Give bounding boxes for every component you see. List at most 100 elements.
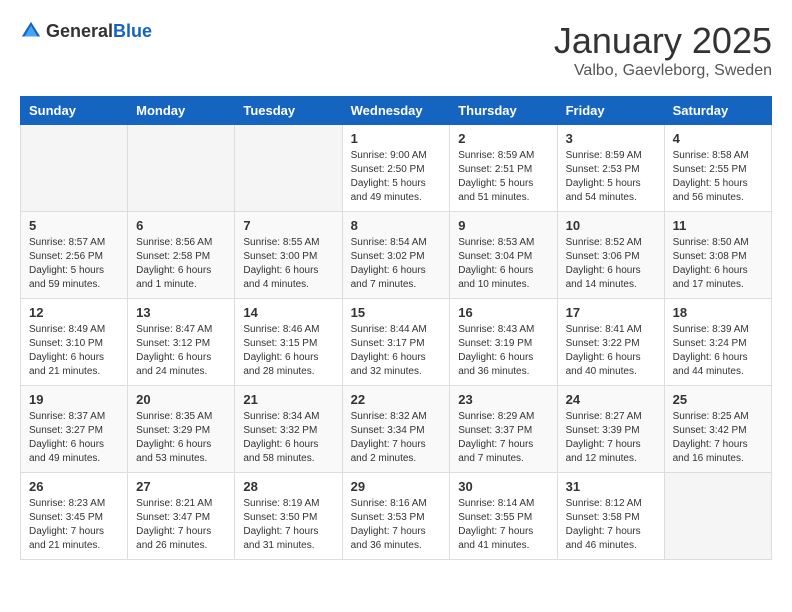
day-number: 9: [458, 218, 548, 233]
day-info: Sunrise: 8:58 AM Sunset: 2:55 PM Dayligh…: [673, 149, 763, 205]
table-row: 18Sunrise: 8:39 AM Sunset: 3:24 PM Dayli…: [664, 299, 771, 386]
day-number: 24: [566, 392, 656, 407]
day-info: Sunrise: 8:35 AM Sunset: 3:29 PM Dayligh…: [136, 410, 226, 466]
header-saturday: Saturday: [664, 97, 771, 125]
table-row: 15 Sunrise: 8:44 AM Sunset: 3:17 PM Dayli…: [342, 299, 450, 386]
day-number: 15: [351, 305, 442, 320]
day-number: 31: [566, 479, 656, 494]
day-info: Sunrise: 8:52 AM Sunset: 3:06 PM Dayligh…: [566, 236, 656, 292]
day-number: 1: [351, 131, 442, 146]
table-row: 19 Sunrise: 8:37 AM Sunset: 3:27 PM Dayli…: [21, 386, 128, 473]
calendar-header-row: Sunday Monday Tuesday Wednesday Thursday…: [21, 97, 772, 125]
header-monday: Monday: [128, 97, 235, 125]
table-row: 1 Sunrise: 9:00 AM Sunset: 2:50 PM Daylig…: [342, 125, 450, 212]
day-info: Sunrise: 8:59 AM Sunset: 2:51 PM Dayligh…: [458, 149, 548, 205]
day-info: Sunrise: 8:21 AM Sunset: 3:47 PM Dayligh…: [136, 497, 226, 553]
table-row: 9 Sunrise: 8:53 AM Sunset: 3:04 PM Daylig…: [450, 212, 557, 299]
calendar-week-row: 12 Sunrise: 8:49 AM Sunset: 3:10 PM Dayli…: [21, 299, 772, 386]
table-row: 11Sunrise: 8:50 AM Sunset: 3:08 PM Dayli…: [664, 212, 771, 299]
day-number: 8: [351, 218, 442, 233]
header-thursday: Thursday: [450, 97, 557, 125]
header-friday: Friday: [557, 97, 664, 125]
day-number: 12: [29, 305, 119, 320]
calendar-week-row: 1 Sunrise: 9:00 AM Sunset: 2:50 PM Daylig…: [21, 125, 772, 212]
day-info: Sunrise: 8:50 AM Sunset: 3:08 PM Dayligh…: [673, 236, 763, 292]
header-sunday: Sunday: [21, 97, 128, 125]
table-row: 6 Sunrise: 8:56 AM Sunset: 2:58 PM Daylig…: [128, 212, 235, 299]
logo-icon: [20, 20, 42, 42]
page-header: GeneralBlue January 2025 Valbo, Gaevlebo…: [20, 20, 772, 80]
day-info: Sunrise: 8:49 AM Sunset: 3:10 PM Dayligh…: [29, 323, 119, 379]
day-info: Sunrise: 8:54 AM Sunset: 3:02 PM Dayligh…: [351, 236, 442, 292]
day-info: Sunrise: 8:29 AM Sunset: 3:37 PM Dayligh…: [458, 410, 548, 466]
table-row: 2 Sunrise: 8:59 AM Sunset: 2:51 PM Daylig…: [450, 125, 557, 212]
day-number: 20: [136, 392, 226, 407]
day-number: 3: [566, 131, 656, 146]
day-info: Sunrise: 8:43 AM Sunset: 3:19 PM Dayligh…: [458, 323, 548, 379]
day-number: 7: [243, 218, 333, 233]
day-info: Sunrise: 8:47 AM Sunset: 3:12 PM Dayligh…: [136, 323, 226, 379]
table-row: 22 Sunrise: 8:32 AM Sunset: 3:34 PM Dayli…: [342, 386, 450, 473]
table-row: 21Sunrise: 8:34 AM Sunset: 3:32 PM Dayli…: [235, 386, 342, 473]
day-info: Sunrise: 8:56 AM Sunset: 2:58 PM Dayligh…: [136, 236, 226, 292]
day-number: 6: [136, 218, 226, 233]
day-info: Sunrise: 8:37 AM Sunset: 3:27 PM Dayligh…: [29, 410, 119, 466]
day-number: 16: [458, 305, 548, 320]
day-info: Sunrise: 8:41 AM Sunset: 3:22 PM Dayligh…: [566, 323, 656, 379]
table-row: 10 Sunrise: 8:52 AM Sunset: 3:06 PM Dayli…: [557, 212, 664, 299]
day-number: 25: [673, 392, 763, 407]
day-number: 29: [351, 479, 442, 494]
table-row: 7 Sunrise: 8:55 AM Sunset: 3:00 PM Daylig…: [235, 212, 342, 299]
month-title: January 2025: [554, 20, 772, 62]
day-number: 13: [136, 305, 226, 320]
day-number: 5: [29, 218, 119, 233]
day-info: Sunrise: 8:59 AM Sunset: 2:53 PM Dayligh…: [566, 149, 656, 205]
day-number: 4: [673, 131, 763, 146]
day-info: Sunrise: 8:34 AM Sunset: 3:32 PM Dayligh…: [243, 410, 333, 466]
day-info: Sunrise: 8:23 AM Sunset: 3:45 PM Dayligh…: [29, 497, 119, 553]
day-number: 30: [458, 479, 548, 494]
day-info: Sunrise: 8:32 AM Sunset: 3:34 PM Dayligh…: [351, 410, 442, 466]
header-wednesday: Wednesday: [342, 97, 450, 125]
day-number: 27: [136, 479, 226, 494]
calendar-table: Sunday Monday Tuesday Wednesday Thursday…: [20, 96, 772, 560]
table-row: 12 Sunrise: 8:49 AM Sunset: 3:10 PM Dayli…: [21, 299, 128, 386]
day-number: 10: [566, 218, 656, 233]
table-row: 14 Sunrise: 8:46 AM Sunset: 3:15 PM Dayli…: [235, 299, 342, 386]
day-number: 23: [458, 392, 548, 407]
day-info: Sunrise: 8:46 AM Sunset: 3:15 PM Dayligh…: [243, 323, 333, 379]
table-row: 30Sunrise: 8:14 AM Sunset: 3:55 PM Dayli…: [450, 473, 557, 560]
table-row: 31 Sunrise: 8:12 AM Sunset: 3:58 PM Dayli…: [557, 473, 664, 560]
table-row: 20 Sunrise: 8:35 AM Sunset: 3:29 PM Dayli…: [128, 386, 235, 473]
day-number: 26: [29, 479, 119, 494]
table-row: [235, 125, 342, 212]
table-row: 16 Sunrise: 8:43 AM Sunset: 3:19 PM Dayli…: [450, 299, 557, 386]
logo-blue: Blue: [113, 21, 152, 41]
table-row: [128, 125, 235, 212]
day-info: Sunrise: 8:44 AM Sunset: 3:17 PM Dayligh…: [351, 323, 442, 379]
day-info: Sunrise: 8:57 AM Sunset: 2:56 PM Dayligh…: [29, 236, 119, 292]
calendar-week-row: 5 Sunrise: 8:57 AM Sunset: 2:56 PM Daylig…: [21, 212, 772, 299]
day-info: Sunrise: 8:27 AM Sunset: 3:39 PM Dayligh…: [566, 410, 656, 466]
day-info: Sunrise: 8:12 AM Sunset: 3:58 PM Dayligh…: [566, 497, 656, 553]
day-number: 22: [351, 392, 442, 407]
title-section: January 2025 Valbo, Gaevleborg, Sweden: [554, 20, 772, 80]
day-number: 18: [673, 305, 763, 320]
table-row: 27 Sunrise: 8:21 AM Sunset: 3:47 PM Dayli…: [128, 473, 235, 560]
logo: GeneralBlue: [20, 20, 152, 42]
calendar-week-row: 26 Sunrise: 8:23 AM Sunset: 3:45 PM Dayli…: [21, 473, 772, 560]
day-info: Sunrise: 8:53 AM Sunset: 3:04 PM Dayligh…: [458, 236, 548, 292]
table-row: [664, 473, 771, 560]
table-row: 28Sunrise: 8:19 AM Sunset: 3:50 PM Dayli…: [235, 473, 342, 560]
logo-general: General: [46, 21, 113, 41]
table-row: 26 Sunrise: 8:23 AM Sunset: 3:45 PM Dayli…: [21, 473, 128, 560]
day-number: 14: [243, 305, 333, 320]
day-info: Sunrise: 9:00 AM Sunset: 2:50 PM Dayligh…: [351, 149, 442, 205]
day-number: 2: [458, 131, 548, 146]
day-info: Sunrise: 8:55 AM Sunset: 3:00 PM Dayligh…: [243, 236, 333, 292]
table-row: 23 Sunrise: 8:29 AM Sunset: 3:37 PM Dayli…: [450, 386, 557, 473]
table-row: 8 Sunrise: 8:54 AM Sunset: 3:02 PM Daylig…: [342, 212, 450, 299]
table-row: 25Sunrise: 8:25 AM Sunset: 3:42 PM Dayli…: [664, 386, 771, 473]
day-number: 19: [29, 392, 119, 407]
logo-text: GeneralBlue: [46, 21, 152, 42]
